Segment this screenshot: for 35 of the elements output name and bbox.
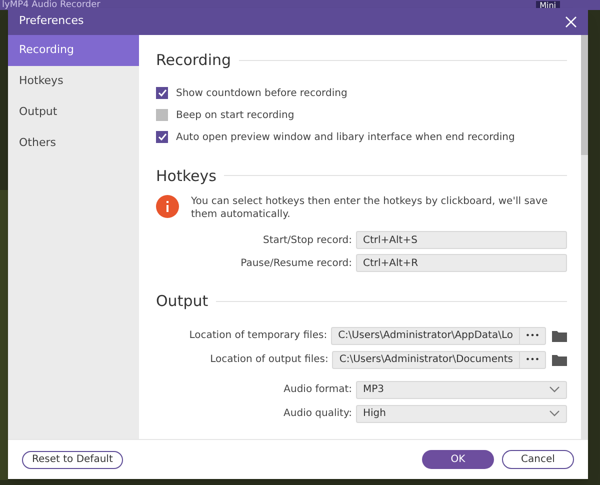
chevron-down-icon <box>549 386 560 393</box>
hotkey-field[interactable]: Ctrl+Alt+R <box>356 254 567 272</box>
chevron-down-icon <box>549 410 560 417</box>
field-label: Start/Stop record: <box>262 234 352 248</box>
checkbox[interactable] <box>156 109 168 121</box>
ok-button[interactable]: OK <box>422 450 494 469</box>
sidebar-tab[interactable]: Others <box>8 128 139 159</box>
field-label: Audio quality: <box>282 407 352 421</box>
hotkey-field[interactable]: Ctrl+Alt+S <box>356 231 567 249</box>
folder-icon[interactable] <box>552 354 567 366</box>
sidebar-tab[interactable]: Output <box>8 97 139 128</box>
sidebar-tab[interactable]: Recording <box>8 35 139 66</box>
cancel-button[interactable]: Cancel <box>502 450 574 469</box>
checkbox[interactable] <box>156 87 168 99</box>
folder-icon[interactable] <box>552 330 567 342</box>
sidebar-tab[interactable]: Hotkeys <box>8 66 139 97</box>
checkbox-label: Beep on start recording <box>176 108 294 122</box>
dropdown[interactable]: High <box>356 404 567 422</box>
reset-button[interactable]: Reset to Default <box>22 450 123 468</box>
background-app-title: lyMP4 Audio Recorder <box>2 0 100 10</box>
field-label: Audio format: <box>282 383 352 397</box>
info-icon <box>156 195 179 218</box>
section-heading: Output <box>156 291 208 312</box>
section-heading: Hotkeys <box>156 166 216 186</box>
checkbox[interactable] <box>156 131 168 143</box>
window-title: Preferences <box>19 13 84 30</box>
field-label: Location of output files: <box>209 353 328 367</box>
field-label: Location of temporary files: <box>188 329 328 343</box>
info-text: You can select hotkeys then enter the hotkeys by clickboard, we'll save them automatically. <box>191 195 549 221</box>
checkbox-label: Auto open preview window and libary interface when end recording <box>176 130 515 144</box>
dropdown[interactable]: MP3 <box>356 380 567 398</box>
section-heading: Recording <box>156 50 232 71</box>
close-icon[interactable] <box>565 16 577 28</box>
field-label: Pause/Resume record: <box>240 256 352 270</box>
checkbox-label: Show countdown before recording <box>176 86 348 100</box>
